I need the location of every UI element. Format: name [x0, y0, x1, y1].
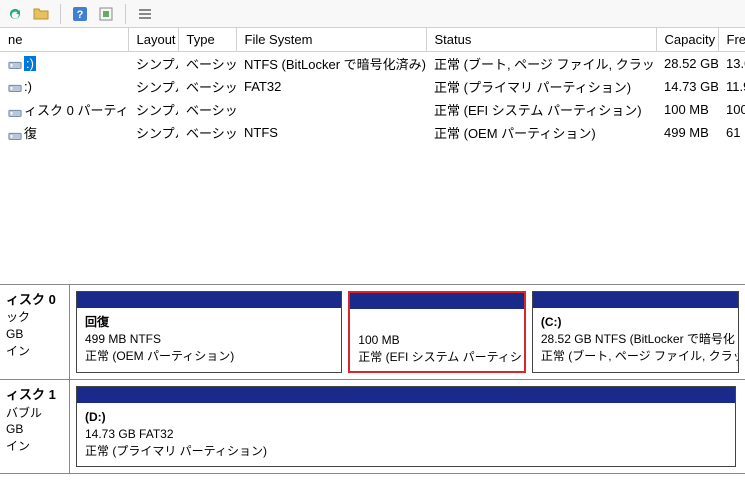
svg-text:?: ?: [77, 9, 84, 21]
cell-type: ベーシック: [178, 52, 236, 76]
disk-row: ィスク 1バブル GBイン(D:)14.73 GB FAT32正常 (プライマリ…: [0, 380, 745, 473]
help-icon: ?: [72, 6, 88, 22]
cell-capacity: 100 MB: [656, 98, 718, 121]
partition[interactable]: 100 MB正常 (EFI システム パーティション): [348, 291, 526, 373]
cell-status: 正常 (OEM パーティション): [426, 121, 656, 144]
cell-free: 61: [718, 121, 745, 144]
separator: [125, 4, 126, 24]
disk-graphical-view: ィスク 0ック GBイン回復499 MB NTFS正常 (OEM パーティション…: [0, 284, 745, 474]
partition-info: 100 MB正常 (EFI システム パーティション): [350, 309, 524, 371]
cell-type: ベーシック: [178, 75, 236, 98]
cell-filesystem: NTFS: [236, 121, 426, 144]
partition[interactable]: (C:)28.52 GB NTFS (BitLocker で暗号化正常 (ブート…: [532, 291, 739, 373]
toolbar-btn-action[interactable]: [95, 3, 117, 25]
toolbar-btn-folder[interactable]: [30, 3, 52, 25]
partition-header-bar: [533, 292, 738, 308]
column-headers[interactable]: ne Layout Type File System Status Capaci…: [0, 28, 745, 52]
col-free[interactable]: Free: [718, 28, 745, 52]
col-layout[interactable]: Layout: [128, 28, 178, 52]
folder-icon: [33, 6, 49, 22]
cell-filesystem: [236, 98, 426, 121]
table-row[interactable]: 復シンプルベーシックNTFS正常 (OEM パーティション)499 MB61: [0, 121, 745, 144]
disk-label[interactable]: ィスク 1バブル GBイン: [0, 380, 70, 472]
toolbar-btn-refresh[interactable]: [4, 3, 26, 25]
cell-filesystem: FAT32: [236, 75, 426, 98]
cell-type: ベーシック: [178, 98, 236, 121]
table-row[interactable]: :)シンプルベーシックNTFS (BitLocker で暗号化済み)正常 (ブー…: [0, 52, 745, 76]
cell-layout: シンプル: [128, 98, 178, 121]
partition-header-bar: [77, 387, 735, 403]
disk-row: ィスク 0ック GBイン回復499 MB NTFS正常 (OEM パーティション…: [0, 285, 745, 380]
table-row[interactable]: :)シンプルベーシックFAT32正常 (プライマリ パーティション)14.73 …: [0, 75, 745, 98]
cell-volume: 復: [0, 121, 128, 144]
table-row[interactable]: ィスク 0 パーティション 2)シンプルベーシック 正常 (EFI システム パー…: [0, 98, 745, 121]
cell-volume: ィスク 0 パーティション 2): [0, 98, 128, 121]
cell-layout: シンプル: [128, 121, 178, 144]
cell-free: 11.9: [718, 75, 745, 98]
disk-partitions: 回復499 MB NTFS正常 (OEM パーティション)100 MB正常 (E…: [70, 285, 745, 379]
cell-layout: シンプル: [128, 75, 178, 98]
cell-capacity: 28.52 GB: [656, 52, 718, 76]
cell-free: 100: [718, 98, 745, 121]
list-icon: [137, 6, 153, 22]
disk-partitions: (D:)14.73 GB FAT32正常 (プライマリ パーティション): [70, 380, 745, 472]
col-volume[interactable]: ne: [0, 28, 128, 52]
partition-header-bar: [77, 292, 341, 308]
partition-info: (D:)14.73 GB FAT32正常 (プライマリ パーティション): [77, 403, 735, 465]
cell-status: 正常 (プライマリ パーティション): [426, 75, 656, 98]
cell-status: 正常 (ブート, ページ ファイル, クラッシュ ダ...: [426, 52, 656, 76]
cell-capacity: 14.73 GB: [656, 75, 718, 98]
toolbar-btn-list[interactable]: [134, 3, 156, 25]
action-icon: [98, 6, 114, 22]
cell-volume: :): [0, 75, 128, 98]
cell-free: 13.0: [718, 52, 745, 76]
cell-filesystem: NTFS (BitLocker で暗号化済み): [236, 52, 426, 76]
disk-label[interactable]: ィスク 0ック GBイン: [0, 285, 70, 379]
volume-list[interactable]: ne Layout Type File System Status Capaci…: [0, 28, 745, 144]
partition-info: (C:)28.52 GB NTFS (BitLocker で暗号化正常 (ブート…: [533, 308, 738, 370]
col-type[interactable]: Type: [178, 28, 236, 52]
empty-space: [0, 144, 745, 284]
refresh-icon: [7, 6, 23, 22]
cell-volume: :): [0, 52, 128, 76]
col-filesystem[interactable]: File System: [236, 28, 426, 52]
cell-capacity: 499 MB: [656, 121, 718, 144]
partition[interactable]: 回復499 MB NTFS正常 (OEM パーティション): [76, 291, 342, 373]
cell-layout: シンプル: [128, 52, 178, 76]
partition-info: 回復499 MB NTFS正常 (OEM パーティション): [77, 308, 341, 370]
cell-status: 正常 (EFI システム パーティション): [426, 98, 656, 121]
col-status[interactable]: Status: [426, 28, 656, 52]
col-capacity[interactable]: Capacity: [656, 28, 718, 52]
toolbar-btn-help[interactable]: ?: [69, 3, 91, 25]
toolbar: ?: [0, 0, 745, 28]
partition[interactable]: (D:)14.73 GB FAT32正常 (プライマリ パーティション): [76, 386, 736, 466]
partition-header-bar: [350, 293, 524, 309]
separator: [60, 4, 61, 24]
cell-type: ベーシック: [178, 121, 236, 144]
